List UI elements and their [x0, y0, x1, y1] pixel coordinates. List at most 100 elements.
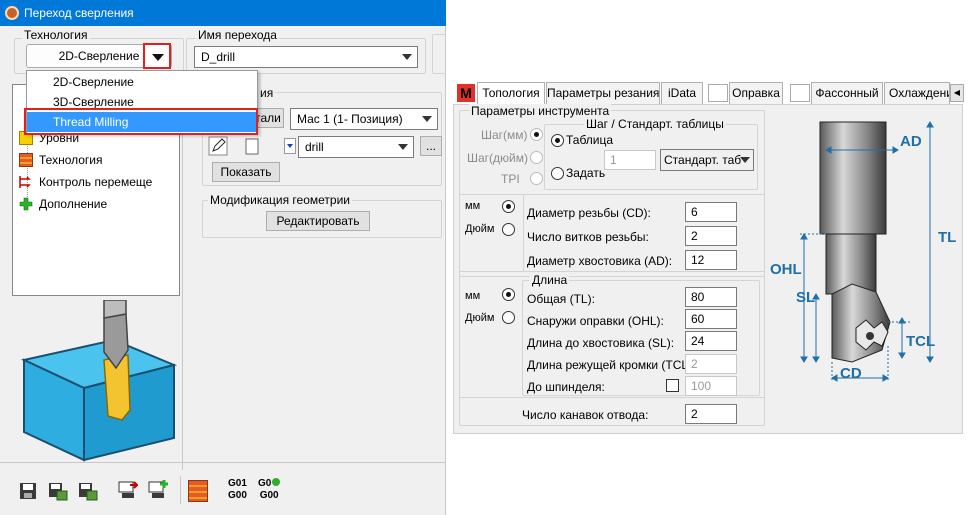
- export-icon[interactable]: [118, 479, 138, 499]
- edit-button[interactable]: Редактировать: [266, 211, 370, 231]
- tool-params-title: Параметры инструмента: [469, 104, 612, 118]
- shank-diameter-value: 12: [691, 253, 705, 267]
- tab-label: Оправка: [732, 86, 780, 100]
- tool-combo[interactable]: drill: [298, 136, 414, 158]
- shank-diameter-label: Диаметр хвостовика (AD):: [527, 254, 673, 268]
- g0-label: G0: [258, 478, 272, 489]
- tab-topology[interactable]: Топология: [477, 82, 545, 104]
- color-picker-button[interactable]: [284, 138, 296, 154]
- tree-item-addition[interactable]: Дополнение: [19, 195, 107, 213]
- retract-grooves-input[interactable]: 2: [685, 404, 737, 424]
- technology-label: Технология: [22, 28, 90, 42]
- tab-form[interactable]: Фассонный: [811, 82, 883, 104]
- unit-pitch-mm-label: Шаг(мм): [481, 128, 528, 142]
- shank-diameter-input[interactable]: 12: [685, 250, 737, 270]
- edit-button-label: Редактировать: [276, 214, 360, 228]
- to-shank-label: Длина до хвостовика (SL):: [527, 336, 675, 350]
- len-unit-inch-label: Дюйм: [465, 312, 495, 324]
- g00-label: G00: [228, 490, 247, 501]
- add-screen-icon[interactable]: [148, 479, 168, 499]
- browse-button[interactable]: ...: [420, 136, 442, 156]
- tool-group-title: ия: [258, 86, 276, 100]
- pitch-value: 1: [610, 153, 617, 167]
- length-group-title: Длина: [530, 273, 570, 287]
- show-button[interactable]: Показать: [212, 162, 280, 182]
- len-unit-inch-radio[interactable]: [502, 311, 515, 324]
- tab-label: iData: [667, 86, 696, 100]
- cutting-edge-value: 2: [691, 357, 698, 371]
- chevron-down-icon: [152, 54, 164, 61]
- retract-grooves-value: 2: [691, 407, 698, 421]
- chevron-down-icon: [740, 157, 750, 163]
- geometry-group-title: Модификация геометрии: [208, 193, 352, 207]
- save-icon[interactable]: [18, 481, 38, 501]
- g00-label: G00: [259, 490, 279, 501]
- tab-cutting-params[interactable]: Параметры резания: [546, 82, 660, 104]
- option-2d-drilling[interactable]: 2D-Сверление: [27, 72, 257, 92]
- holder-tab-icon: [708, 84, 728, 102]
- toolbar-separator: [180, 476, 181, 504]
- label-sl: SL: [796, 289, 815, 306]
- tab-scroll-buttons[interactable]: ◀: [950, 84, 964, 102]
- len-unit-mm-label: мм: [465, 290, 481, 302]
- motion-control-icon: [19, 176, 31, 188]
- cutting-edge-label: Длина режущей кромки (TCL):: [527, 358, 696, 372]
- add-icon: [272, 478, 281, 486]
- window-title: Переход сверления: [24, 6, 134, 20]
- page-icon[interactable]: [242, 136, 262, 156]
- ellipsis-label: ...: [425, 139, 436, 153]
- g0-g00-button[interactable]: G0 G00: [258, 478, 281, 502]
- drilling-transition-window: Переход сверления Технология 2D-Сверлени…: [0, 0, 446, 515]
- pencil-icon[interactable]: [208, 136, 228, 156]
- thread-diameter-input[interactable]: 6: [685, 202, 737, 222]
- machine-value: Мас 1 (1- Позиция): [297, 112, 403, 126]
- diam-unit-mm-radio[interactable]: [502, 200, 515, 213]
- tab-label: Топология: [482, 86, 540, 100]
- label-cd: CD: [840, 365, 862, 382]
- tool-value: drill: [305, 140, 324, 154]
- diam-unit-inch-label: Дюйм: [465, 223, 495, 235]
- tab-logo-icon: M: [457, 84, 475, 102]
- outside-holder-value: 60: [691, 312, 705, 326]
- transition-name-value: D_drill: [201, 50, 236, 64]
- unit-pitch-mm-radio[interactable]: [530, 128, 543, 141]
- pitch-group-title: Шаг / Стандарт. таблицы: [584, 117, 726, 131]
- technology-stack-icon[interactable]: [188, 480, 208, 502]
- to-spindle-label: До шпинделя:: [527, 380, 605, 394]
- cutting-edge-input[interactable]: 2: [685, 354, 737, 374]
- unit-pitch-inch-radio[interactable]: [530, 151, 543, 164]
- g01-g00-button[interactable]: G01 G00: [228, 478, 247, 502]
- transition-name-combo[interactable]: D_drill: [194, 46, 418, 68]
- save-all-icon[interactable]: [78, 481, 98, 501]
- machine-combo[interactable]: Мас 1 (1- Позиция): [290, 108, 438, 130]
- tab-cooling[interactable]: Охлаждени: [884, 82, 950, 104]
- diam-unit-inch-radio[interactable]: [502, 223, 515, 236]
- to-spindle-input[interactable]: 100: [685, 376, 737, 396]
- pitch-set-radio[interactable]: [551, 167, 564, 180]
- tree-item-motion-control[interactable]: Контроль перемеще: [19, 173, 152, 191]
- unit-pitch-inch-label: Шаг(дюйм): [467, 151, 528, 165]
- outside-holder-input[interactable]: 60: [685, 309, 737, 329]
- to-spindle-checkbox[interactable]: [666, 379, 679, 392]
- drilling-illustration: [20, 300, 178, 462]
- thread-turns-input[interactable]: 2: [685, 226, 737, 246]
- total-length-input[interactable]: 80: [685, 287, 737, 307]
- pitch-set-label: Задать: [566, 166, 606, 180]
- pitch-value-input[interactable]: 1: [604, 150, 656, 170]
- to-shank-input[interactable]: 24: [685, 331, 737, 351]
- tool-details-label: тали: [255, 111, 281, 125]
- chevron-down-icon: [402, 54, 412, 60]
- tab-idata[interactable]: iData: [661, 82, 703, 104]
- label-ohl: OHL: [770, 261, 802, 278]
- tab-holder[interactable]: Оправка: [729, 82, 783, 104]
- len-unit-mm-radio[interactable]: [502, 288, 515, 301]
- pitch-standard-combo[interactable]: Стандарт. таб: [660, 149, 754, 171]
- thread-milling-callout: [24, 108, 258, 135]
- technology-dropdown-button[interactable]: [143, 43, 171, 69]
- tree-item-technology[interactable]: Технология: [19, 151, 103, 169]
- unit-tpi-radio[interactable]: [530, 172, 543, 185]
- pitch-table-radio[interactable]: [551, 134, 564, 147]
- label-tcl: TCL: [906, 333, 935, 350]
- technology-stack-icon: [19, 153, 33, 167]
- save-as-icon[interactable]: [48, 481, 68, 501]
